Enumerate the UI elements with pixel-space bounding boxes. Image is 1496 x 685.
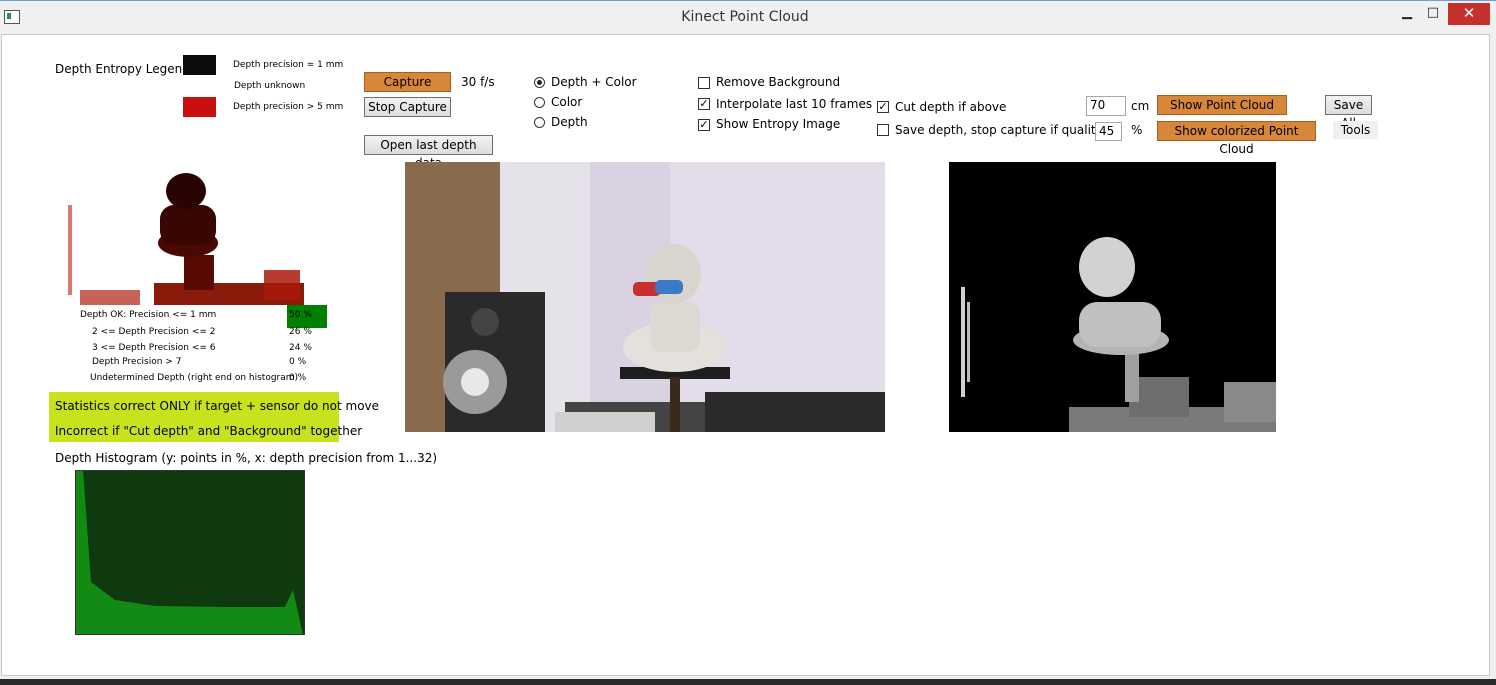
show-entropy-checkbox[interactable]: ✓ — [698, 119, 710, 131]
mode-label-depth: Depth — [551, 115, 588, 129]
quality-input[interactable]: 45 — [1095, 122, 1122, 141]
interpolate-label: Interpolate last 10 frames — [716, 97, 873, 111]
fps-label: 30 f/s — [461, 75, 495, 89]
cut-depth-input[interactable]: 70 — [1086, 96, 1126, 116]
window-title: Kinect Point Cloud — [681, 9, 809, 25]
client-area: Depth Entropy Legend Depth precision = 1… — [1, 34, 1490, 676]
color-camera-image — [405, 162, 885, 432]
mode-label-depth-color: Depth + Color — [551, 75, 637, 89]
interpolate-checkbox[interactable]: ✓ — [698, 98, 710, 110]
legend-swatch-black — [183, 55, 216, 75]
cut-depth-checkbox[interactable]: ✓ — [877, 101, 889, 113]
app-window: Kinect Point Cloud ▁ □ ✕ Depth Entropy L… — [0, 0, 1496, 680]
close-button[interactable]: ✕ — [1448, 3, 1490, 25]
quality-unit: % — [1131, 123, 1143, 137]
stat-value-3-6: 24 % — [289, 343, 312, 353]
warning-line-1: Statistics correct ONLY if target + sens… — [55, 399, 380, 413]
capture-button[interactable]: Capture — [364, 72, 451, 92]
legend-title: Depth Entropy Legend — [55, 62, 190, 76]
histogram — [75, 470, 305, 635]
maximize-button[interactable]: □ — [1422, 3, 1444, 25]
mode-radio-color[interactable] — [534, 97, 545, 108]
minimize-button[interactable]: ▁ — [1396, 3, 1418, 25]
stat-label-3-6: 3 <= Depth Precision <= 6 — [92, 343, 216, 353]
stop-capture-button[interactable]: Stop Capture — [364, 97, 451, 117]
mode-radio-depth-color[interactable] — [534, 77, 545, 88]
stat-label-2: 2 <= Depth Precision <= 2 — [92, 327, 216, 337]
stat-label-gt7: Depth Precision > 7 — [92, 357, 182, 367]
legend-precision-1mm: Depth precision = 1 mm — [233, 60, 344, 70]
histogram-title: Depth Histogram (y: points in %, x: dept… — [55, 451, 438, 465]
tools-menu[interactable]: Tools — [1333, 121, 1378, 139]
stat-value-2: 26 % — [289, 327, 312, 337]
open-last-depth-button[interactable]: Open last depth data — [364, 135, 493, 170]
cut-depth-unit: cm — [1131, 99, 1150, 113]
save-depth-checkbox[interactable] — [877, 124, 889, 136]
save-all-button[interactable]: Save All — [1325, 95, 1372, 130]
cut-depth-label: Cut depth if above — [895, 100, 1007, 114]
stat-label-undetermined: Undetermined Depth (right end on histogr… — [90, 373, 299, 383]
legend-unknown: Depth unknown — [234, 81, 306, 91]
mode-radio-depth[interactable] — [534, 117, 545, 128]
title-bar: Kinect Point Cloud ▁ □ ✕ — [0, 1, 1496, 34]
stat-value-ok: 50 % — [289, 310, 312, 320]
legend-precision-5mm: Depth precision > 5 mm — [233, 102, 344, 112]
remove-background-checkbox[interactable] — [698, 77, 710, 89]
stat-label-ok: Depth OK: Precision <= 1 mm — [80, 310, 217, 320]
stat-value-gt7: 0 % — [289, 357, 307, 367]
warning-line-2: Incorrect if "Cut depth" and "Background… — [55, 424, 363, 438]
taskbar — [0, 679, 1496, 685]
save-depth-label: Save depth, stop capture if quality > — [895, 123, 1117, 137]
remove-background-label: Remove Background — [716, 75, 841, 89]
show-entropy-label: Show Entropy Image — [716, 117, 841, 131]
depth-image — [949, 162, 1276, 432]
entropy-image — [64, 165, 310, 305]
show-colorized-point-cloud-button[interactable]: Show colorized Point Cloud — [1157, 121, 1316, 156]
show-point-cloud-button[interactable]: Show Point Cloud — [1157, 95, 1287, 115]
legend-swatch-red — [183, 97, 216, 117]
stat-value-undetermined: 0 % — [289, 373, 307, 383]
mode-label-color: Color — [551, 95, 583, 109]
